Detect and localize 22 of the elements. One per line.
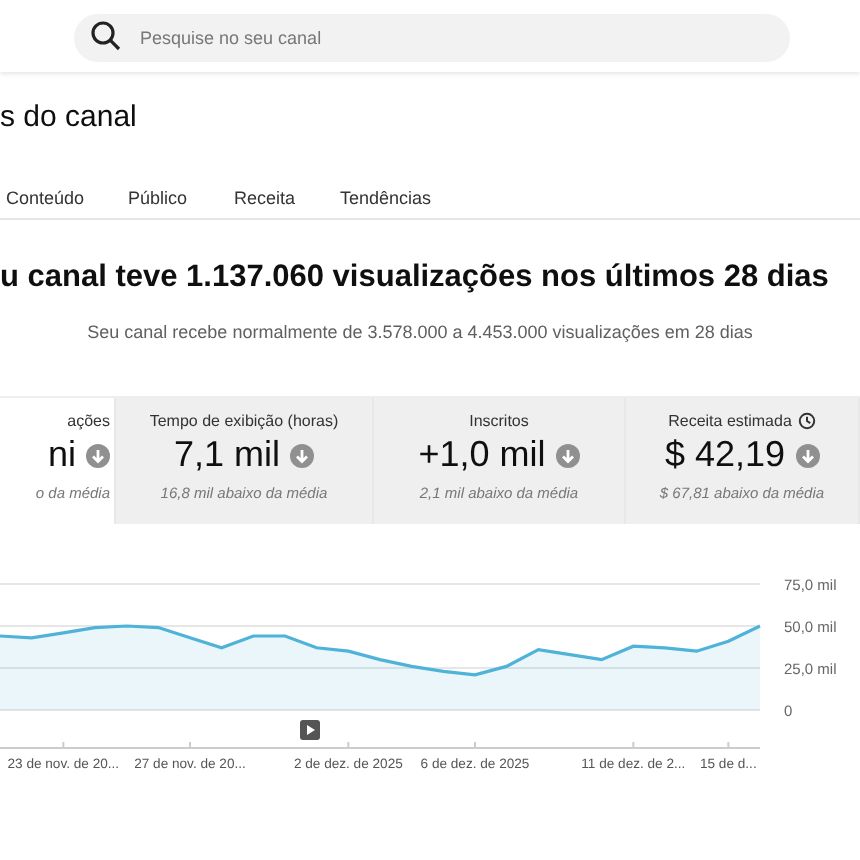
tab[interactable]: Receita	[234, 175, 296, 224]
search-icon	[90, 20, 122, 52]
metric-value: +1,0 mil	[418, 432, 546, 478]
metric-value: $ 42,19	[664, 432, 786, 478]
headline: u canal teve 1.137.060 visualizações nos últimos 28 dias	[0, 258, 829, 298]
subtitle: Seu canal recebe normalmente de 3.578.000 a 4.453.000 visualizações em 28 dias	[87, 320, 753, 346]
tab[interactable]: Conteúdo	[6, 175, 85, 224]
metric-label: Inscritos	[469, 409, 529, 433]
search-field[interactable]: Pesquise no seu canal	[74, 14, 790, 62]
tab[interactable]: Público	[128, 175, 188, 224]
arrow-down-icon	[795, 443, 820, 467]
metric-label: ações	[67, 409, 110, 433]
tab[interactable]: Tendências	[340, 175, 432, 224]
metric-value: ni	[47, 432, 76, 478]
play-icon[interactable]	[300, 719, 320, 739]
page-title: s do canal	[0, 98, 139, 138]
metric-value: 7,1 mil	[173, 432, 280, 478]
arrow-down-icon	[555, 443, 580, 467]
arrow-down-icon	[290, 443, 314, 467]
metric-label: Tempo de exibição (horas)	[149, 409, 339, 433]
metric-label: Receita estimada	[668, 409, 792, 433]
arrow-down-icon	[86, 443, 110, 467]
